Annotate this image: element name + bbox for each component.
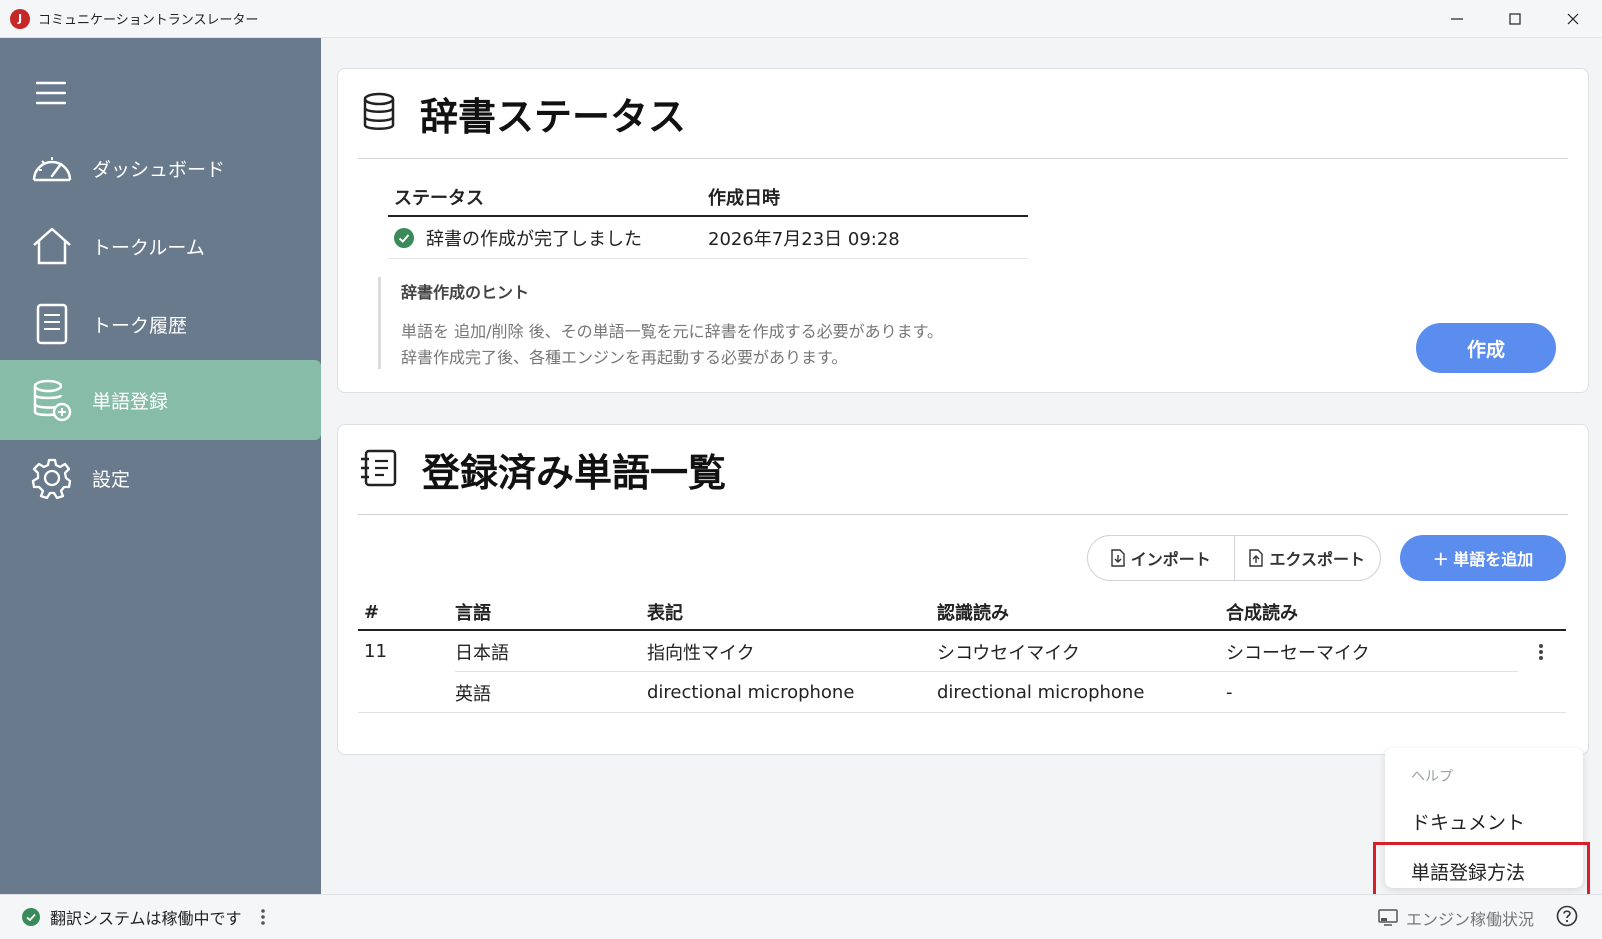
import-label: インポート — [1130, 550, 1211, 569]
sidebar-item-label: 単語登録 — [92, 390, 169, 413]
status-more-button[interactable] — [260, 908, 266, 926]
table-header: # 言語 表記 認識読み 合成読み — [358, 595, 1566, 631]
word-synthesis: - — [1226, 682, 1233, 703]
hint-text: 辞書作成完了後、各種エンジンを再起動する必要があります。 — [401, 348, 848, 367]
more-vertical-icon — [1539, 644, 1543, 660]
sidebar-item-label: トークルーム — [92, 236, 205, 259]
created-at: 2026年7月23日 09:28 — [708, 228, 900, 250]
export-button[interactable]: エクスポート — [1233, 536, 1381, 580]
sidebar-item-talkroom[interactable]: トークルーム — [0, 206, 321, 286]
word-language: 日本語 — [455, 642, 509, 664]
word-language: 英語 — [455, 683, 491, 705]
gear-icon — [28, 454, 76, 502]
column-header: 表記 — [647, 603, 683, 624]
create-dictionary-button[interactable]: 作成 — [1416, 323, 1556, 373]
word-list-card: 登録済み単語一覧 インポート エクスポート ＋ 単語を追加 # 言語 表記 認識… — [337, 424, 1589, 755]
table-header: ステータス 作成日時 — [388, 179, 1028, 217]
word-recognition: directional microphone — [937, 682, 1145, 703]
import-button[interactable]: インポート — [1088, 536, 1234, 580]
table-row: 辞書の作成が完了しました 2026年7月23日 09:28 — [388, 217, 1028, 259]
speedometer-icon — [28, 144, 76, 192]
word-notation: 指向性マイク — [647, 642, 755, 664]
maximize-button[interactable] — [1486, 0, 1544, 38]
file-import-icon — [1111, 549, 1125, 567]
highlight-box — [1373, 842, 1590, 900]
status-table: ステータス 作成日時 辞書の作成が完了しました 2026年7月23日 09:28 — [388, 179, 1028, 259]
word-id: 11 — [364, 641, 387, 662]
sidebar-item-talk-history[interactable]: トーク履歴 — [0, 284, 321, 364]
monitor-icon — [1378, 908, 1398, 926]
minimize-icon — [1451, 18, 1463, 20]
card-header: 登録済み単語一覧 — [358, 425, 1568, 515]
sidebar-item-label: ダッシュボード — [92, 158, 226, 181]
import-export-group: インポート エクスポート — [1087, 535, 1381, 581]
database-add-icon — [28, 376, 76, 424]
document-icon — [28, 300, 76, 348]
hamburger-icon — [35, 81, 67, 105]
export-label: エクスポート — [1269, 550, 1366, 569]
file-export-icon — [1249, 549, 1264, 567]
dictionary-status-title: 辞書ステータス — [420, 95, 687, 139]
column-header: 認識読み — [937, 603, 1009, 624]
hint-box: 辞書作成のヒント 単語を 追加/削除 後、その単語一覧を元に辞書を作成する必要が… — [378, 277, 943, 369]
status-cell: 辞書の作成が完了しました — [388, 225, 708, 251]
maximize-icon — [1509, 13, 1521, 25]
close-button[interactable] — [1544, 0, 1602, 38]
more-vertical-icon — [260, 909, 265, 925]
sidebar-item-settings[interactable]: 設定 — [0, 438, 321, 518]
column-header: ステータス — [394, 188, 484, 209]
hint-title: 辞書作成のヒント — [401, 283, 530, 302]
window-controls — [1428, 0, 1602, 38]
column-header: 言語 — [455, 603, 491, 624]
table-row: 11 日本語 指向性マイク シコウセイマイク シコーセーマイク — [358, 631, 1566, 672]
word-table: # 言語 表記 認識読み 合成読み 11 日本語 指向性マイク シコウセイマイク… — [358, 595, 1566, 713]
app-logo-icon: J — [10, 8, 30, 29]
row-divider — [358, 712, 1566, 713]
word-list-title: 登録済み単語一覧 — [422, 451, 727, 495]
table-row: 英語 directional microphone directional mi… — [358, 672, 1566, 713]
column-header: 合成読み — [1226, 603, 1298, 624]
card-header: 辞書ステータス — [358, 69, 1568, 159]
column-header: 作成日時 — [708, 188, 780, 209]
word-recognition: シコウセイマイク — [937, 642, 1080, 664]
system-status-text: 翻訳システムは稼働中です — [50, 909, 242, 928]
status-text: 辞書の作成が完了しました — [426, 228, 642, 250]
sidebar-item-label: トーク履歴 — [92, 314, 188, 337]
help-menu-label: ヘルプ — [1411, 769, 1453, 785]
help-circle-icon — [1556, 905, 1578, 926]
column-header: # — [364, 601, 380, 623]
word-synthesis: シコーセーマイク — [1226, 642, 1370, 664]
help-item-documents[interactable]: ドキュメント — [1411, 808, 1525, 835]
check-circle-icon — [22, 908, 40, 926]
window-title: コミュニケーショントランスレーター — [38, 13, 259, 28]
home-icon — [28, 222, 76, 270]
database-icon — [362, 92, 396, 136]
dictionary-status-card: 辞書ステータス ステータス 作成日時 辞書の作成が完了しました 2026年7月2… — [337, 68, 1589, 393]
engine-status-button[interactable]: エンジン稼働状況 — [1406, 906, 1534, 930]
hint-text: 単語を 追加/削除 後、その単語一覧を元に辞書を作成する必要があります。 — [401, 322, 943, 341]
row-more-button[interactable] — [1538, 643, 1544, 661]
status-right: エンジン稼働状況 — [1378, 895, 1578, 939]
add-word-button[interactable]: ＋ 単語を追加 — [1400, 535, 1566, 581]
close-icon — [1567, 13, 1579, 25]
check-circle-icon — [394, 227, 414, 248]
sidebar-item-word-registration[interactable]: 単語登録 — [0, 360, 321, 440]
minimize-button[interactable] — [1428, 0, 1486, 38]
help-button[interactable] — [1556, 905, 1578, 931]
status-bar: 翻訳システムは稼働中です エンジン稼働状況 — [0, 894, 1602, 939]
menu-toggle-button[interactable] — [35, 80, 67, 106]
word-notation: directional microphone — [647, 682, 855, 703]
list-notebook-icon — [360, 448, 398, 492]
sidebar-item-label: 設定 — [92, 468, 131, 491]
sidebar-item-dashboard[interactable]: ダッシュボード — [0, 128, 321, 208]
title-bar: J コミュニケーショントランスレーター — [0, 0, 1602, 38]
sidebar: ダッシュボード トークルーム トーク履歴 単語登録 設定 — [0, 38, 321, 894]
